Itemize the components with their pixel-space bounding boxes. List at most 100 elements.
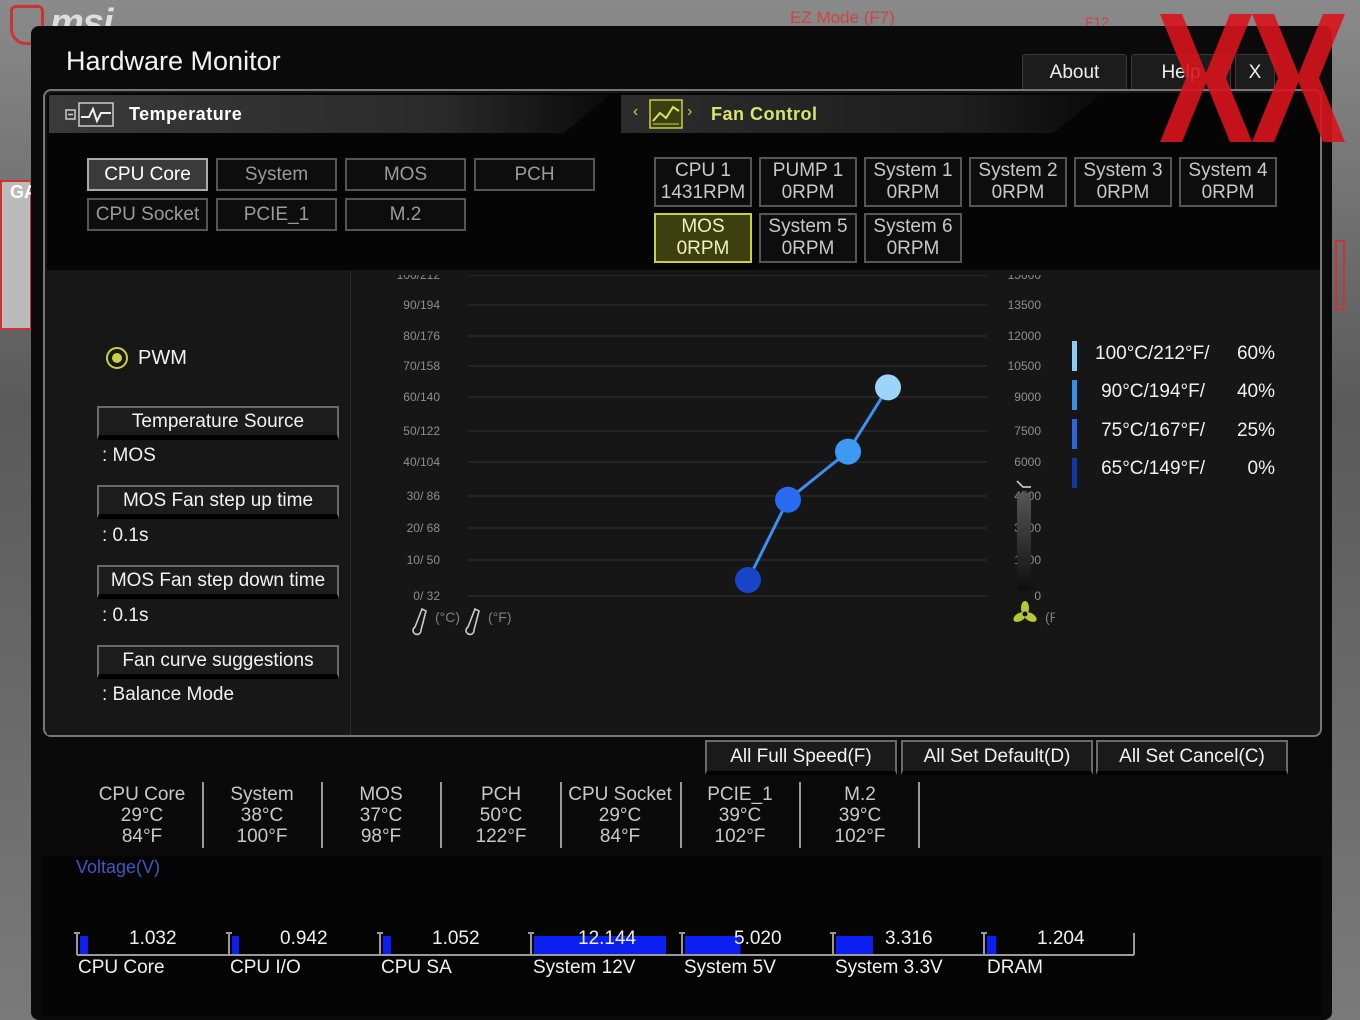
voltage-label-system-3-3v: System 3.3V	[835, 957, 943, 978]
legend-pct-3: 25%	[1236, 420, 1275, 441]
fan-curve-chart[interactable]: 100/212 15000 90/194 13500 80/176 12000 70/158…	[355, 275, 1055, 730]
legend-pct-4: 0%	[1247, 458, 1275, 479]
fan-control-tab[interactable]	[621, 95, 1101, 133]
y-tick-label-temp: 30/ 86	[407, 489, 441, 503]
rpm-unit-label: (RPM)	[1045, 609, 1055, 625]
legend-pct-2: 40%	[1236, 381, 1275, 402]
monitor-panel: Temperature ‹ › Fan Control CPU Core Sys…	[43, 89, 1322, 737]
voltage-value-cpu-io: 0.942	[280, 928, 328, 949]
curve-point[interactable]	[735, 567, 761, 593]
voltage-label-system-5v: System 5V	[684, 957, 776, 978]
y-tick-label-rpm: 6000	[1014, 455, 1041, 469]
curve-point[interactable]	[835, 438, 861, 465]
temp-source-m2[interactable]: M.2	[345, 198, 466, 231]
y-tick-label-temp: 80/176	[403, 329, 440, 343]
voltage-value-system-3-3v: 3.316	[885, 928, 933, 949]
legend-temp-3: 75°C/167°F/	[1101, 420, 1205, 441]
temp-source-pcie-1[interactable]: PCIE_1	[216, 198, 337, 231]
fan-system-2[interactable]: System 2 0RPM	[969, 157, 1067, 207]
reading-cpu-core: CPU Core 29°C 84°F	[98, 784, 186, 847]
y-tick-label-temp: 100/212	[397, 275, 441, 282]
legend-temp-4: 65°C/149°F/	[1101, 458, 1205, 479]
fan-curve-suggestions-button[interactable]: Fan curve suggestions	[97, 645, 339, 679]
temperature-source-value: : MOS	[102, 445, 156, 466]
y-tick-label-temp: 50/122	[403, 424, 440, 438]
legend-bar-1	[1072, 341, 1077, 371]
legend-temp-1: 100°C/212°F/	[1095, 343, 1210, 364]
voltage-bar-fill	[987, 936, 997, 954]
reading-mos: MOS 37°C 98°F	[359, 784, 403, 847]
voltage-bar-fill	[232, 936, 239, 954]
voltage-value-cpu-core: 1.032	[129, 928, 177, 949]
y-tick-label-rpm: 15000	[1008, 275, 1042, 282]
about-button[interactable]: About	[1022, 54, 1127, 90]
rpm-indicator-marker	[1016, 480, 1031, 488]
thermometer-icon	[465, 607, 480, 636]
y-tick-label-rpm: 10500	[1008, 359, 1042, 373]
y-tick-label-temp: 20/ 68	[407, 521, 441, 535]
y-tick-label-rpm: 7500	[1014, 424, 1041, 438]
fan-system-4[interactable]: System 4 0RPM	[1179, 157, 1277, 207]
reading-cpu-socket: CPU Socket 29°C 84°F	[568, 784, 672, 847]
voltage-value-system-5v: 5.020	[734, 928, 782, 949]
legend-pct-1: 60%	[1236, 343, 1275, 364]
reading-m2: M.2 39°C 102°F	[834, 784, 886, 847]
voltage-label-system-12v: System 12V	[533, 957, 636, 978]
fan-settings-panel: PWM Temperature Source : MOS MOS Fan ste…	[47, 271, 351, 735]
fan-system-6[interactable]: System 6 0RPM	[864, 213, 962, 263]
fan-control-tab-title: Fan Control	[711, 104, 818, 124]
fan-step-up-button[interactable]: MOS Fan step up time	[97, 485, 339, 519]
fan-pump-1[interactable]: PUMP 1 0RPM	[759, 157, 857, 207]
fan-system-3[interactable]: System 3 0RPM	[1074, 157, 1172, 207]
curve-point[interactable]	[775, 486, 801, 513]
fan-graph-icon	[649, 99, 683, 129]
reading-pcie-1: PCIE_1 39°C 102°F	[707, 784, 773, 847]
all-set-default-button[interactable]: All Set Default(D)	[901, 740, 1093, 775]
voltage-bar-fill	[80, 936, 88, 954]
chevron-left-icon[interactable]: ‹	[633, 103, 638, 121]
pwm-radio[interactable]	[106, 347, 128, 369]
y-tick-label-rpm: 13500	[1008, 298, 1042, 312]
fan-cpu-1[interactable]: CPU 1 1431RPM	[654, 157, 752, 207]
temp-source-mos[interactable]: MOS	[345, 158, 466, 191]
all-set-cancel-button[interactable]: All Set Cancel(C)	[1096, 740, 1288, 775]
temp-source-cpu-core[interactable]: CPU Core	[87, 158, 208, 191]
thermometer-icon	[412, 607, 427, 636]
ez-mode-label[interactable]: EZ Mode (F7)	[790, 8, 895, 28]
y-tick-label-temp: 90/194	[403, 298, 440, 312]
temperature-tab-title: Temperature	[129, 104, 243, 124]
temperature-source-button[interactable]: Temperature Source	[97, 406, 339, 440]
chevron-right-icon[interactable]: ›	[687, 103, 692, 121]
fan-mos[interactable]: MOS 0RPM	[654, 213, 752, 263]
y-tick-label-temp: 40/104	[403, 455, 440, 469]
hardware-monitor-window: Hardware Monitor About Help X Temperatur…	[31, 26, 1332, 1020]
temp-source-cpu-socket[interactable]: CPU Socket	[87, 198, 208, 231]
fan-system-5[interactable]: System 5 0RPM	[759, 213, 857, 263]
voltage-label-cpu-core: CPU Core	[78, 957, 165, 978]
curve-point[interactable]	[875, 374, 901, 401]
voltage-bar-fill	[685, 936, 741, 954]
voltage-label-cpu-sa: CPU SA	[381, 957, 452, 978]
reading-system: System 38°C 100°F	[230, 784, 294, 847]
temp-source-system[interactable]: System	[216, 158, 337, 191]
voltage-bar-fill	[836, 936, 873, 954]
y-tick-label-temp: 60/140	[403, 390, 440, 404]
fan-step-down-button[interactable]: MOS Fan step down time	[97, 565, 339, 599]
legend-bar-4	[1072, 458, 1077, 488]
x-unit-fahrenheit: (°F)	[488, 609, 511, 625]
y-tick-label-rpm: 9000	[1014, 390, 1041, 404]
voltage-label-dram: DRAM	[987, 957, 1043, 978]
y-tick-label-temp: 10/ 50	[407, 553, 441, 567]
temp-source-pch[interactable]: PCH	[474, 158, 595, 191]
voltage-value-system-12v: 12.144	[578, 928, 637, 949]
pwm-label: PWM	[138, 347, 187, 369]
voltage-title: Voltage(V)	[76, 857, 161, 877]
y-tick-label-rpm: 0	[1034, 589, 1041, 603]
background-right-panel	[1335, 240, 1345, 310]
all-full-speed-button[interactable]: All Full Speed(F)	[705, 740, 897, 775]
fan-system-1[interactable]: System 1 0RPM	[864, 157, 962, 207]
voltage-label-cpu-io: CPU I/O	[230, 957, 301, 978]
fan-step-down-value: : 0.1s	[102, 605, 149, 626]
y-tick-label-temp: 70/158	[403, 359, 440, 373]
y-tick-label-temp: 0/ 32	[413, 589, 440, 603]
